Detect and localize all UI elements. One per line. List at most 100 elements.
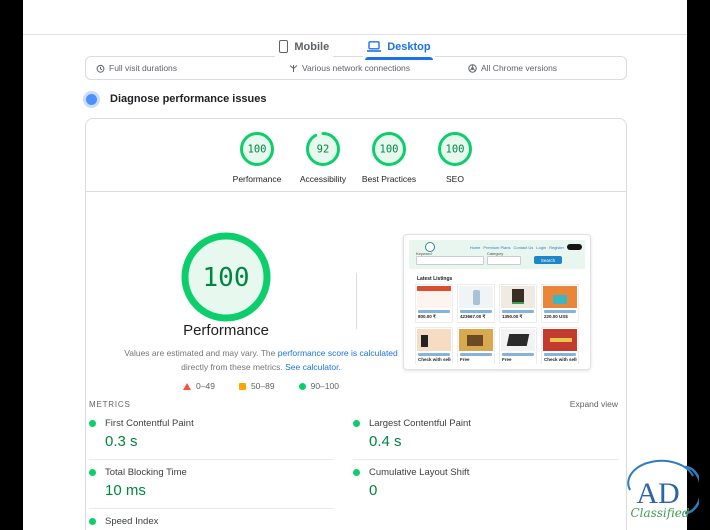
score-gauge: 100: [372, 132, 406, 166]
tab-mobile-label: Mobile: [294, 40, 330, 53]
legend-fail: 0–49: [183, 381, 215, 391]
mini-listing-card: 220.00 US$: [541, 284, 579, 323]
right-letterbox-bar: [687, 0, 710, 530]
legend-average: 50–89: [238, 381, 275, 391]
clock-icon: [96, 64, 105, 73]
mini-category-select: [487, 256, 521, 265]
mini-nav-link: Contact Us: [513, 244, 534, 250]
metric-name: Cumulative Layout Shift: [369, 467, 470, 478]
final-screenshot-thumbnail[interactable]: Home Premium Plans Contact Us Login Regi…: [403, 234, 591, 370]
see-calculator-link[interactable]: See calculator.: [285, 362, 341, 372]
mini-listings-heading: Latest Listings: [417, 276, 453, 282]
metric-pass-dot: [89, 469, 96, 476]
metric-total-blocking-time: Total Blocking Time 10 ms: [89, 460, 334, 509]
tab-desktop[interactable]: Desktop: [363, 38, 435, 60]
score-label: Best Practices: [361, 174, 417, 184]
chrome-icon: [468, 63, 477, 73]
mini-listing-card: 800.00 ₹: [415, 284, 453, 323]
metrics-header: METRICS Expand view: [89, 399, 618, 409]
metric-value: 0.4 s: [369, 433, 402, 450]
svg-text:Classified: Classified: [630, 506, 689, 520]
svg-text:92: 92: [317, 144, 330, 156]
diagnose-row: Diagnose performance issues: [86, 93, 267, 105]
svg-text:100: 100: [446, 144, 465, 156]
legend-range: 0–49: [196, 381, 215, 391]
metric-pass-dot: [89, 420, 96, 427]
metric-name: Speed Index: [105, 516, 159, 527]
mini-listing-card: 423667.00 ₹: [457, 284, 495, 323]
score-gauge: 100: [240, 132, 274, 166]
env-item-durations: Full visit durations: [96, 57, 177, 79]
legend-range: 50–89: [250, 381, 275, 391]
metric-largest-contentful-paint: Largest Contentful Paint 0.4 s: [353, 411, 619, 460]
metric-value: 10 ms: [105, 482, 146, 499]
mini-nav-link: Login: [536, 244, 547, 250]
pagespeed-report: Mobile Desktop Full visit durations Vari…: [0, 0, 710, 530]
category-scores: 100 Performance 92 Accessibility 100 Bes…: [86, 131, 626, 184]
disclaimer-text: directly from these metrics.: [181, 361, 286, 372]
svg-text:100: 100: [203, 263, 250, 293]
diagnose-label: Diagnose performance issues: [110, 93, 267, 105]
tab-mobile[interactable]: Mobile: [275, 38, 334, 60]
svg-text:100: 100: [380, 144, 399, 156]
left-letterbox-bar: [0, 0, 23, 530]
metrics-column-right: Largest Contentful Paint 0.4 s Cumulativ…: [353, 411, 619, 508]
env-item-chrome: All Chrome versions: [468, 57, 557, 79]
score-gauge: 100: [438, 132, 472, 166]
env-item-network: Various network connections: [289, 57, 410, 79]
score-seo[interactable]: 100 SEO: [422, 131, 488, 184]
mini-listing-card: Check with seller: [415, 327, 453, 364]
score-disclaimer: Values are estimated and may vary. The p…: [91, 347, 431, 374]
score-label: SEO: [446, 174, 464, 184]
env-item-label: All Chrome versions: [481, 63, 558, 73]
ad-classified-logo: AD Classified: [627, 459, 699, 520]
tab-desktop-label: Desktop: [387, 40, 431, 53]
tab-bar-divider: [23, 34, 687, 35]
score-accessibility[interactable]: 92 Accessibility: [290, 131, 356, 184]
score-label: Accessibility: [299, 174, 347, 184]
score-best-practices[interactable]: 100 Best Practices: [356, 131, 422, 184]
metrics-column-left: First Contentful Paint 0.3 s Total Block…: [89, 411, 334, 530]
expand-view-button[interactable]: Expand view: [570, 399, 618, 409]
pass-circle-icon: [298, 382, 306, 390]
diagnose-toggle[interactable]: [86, 93, 97, 105]
divider: [86, 191, 626, 192]
device-tabs: Mobile Desktop: [23, 38, 687, 60]
mini-site: Home Premium Plans Contact Us Login Regi…: [409, 240, 585, 364]
metric-pass-dot: [89, 518, 96, 525]
svg-text:100: 100: [248, 144, 267, 156]
score-performance[interactable]: 100 Performance: [224, 131, 290, 184]
mini-site-nav: Home Premium Plans Contact Us Login Regi…: [470, 244, 582, 250]
disclaimer-text: Values are estimated and may vary. The: [124, 348, 278, 358]
divider: [356, 273, 357, 329]
metric-value: 0: [369, 482, 378, 499]
env-item-label: Various network connections: [302, 63, 411, 73]
mini-nav-link: Register: [549, 244, 564, 250]
legend-pass: 90–100: [298, 381, 339, 391]
mini-listings-grid: 800.00 ₹ 423667.00 ₹ 1350.00 ₹ 220.00 US…: [415, 284, 579, 364]
score-legend: 0–49 50–89 90–100: [91, 381, 431, 391]
average-square-icon: [238, 382, 246, 390]
score-gauge: 92: [306, 132, 340, 166]
mini-listing-card: Free: [499, 327, 537, 364]
metrics-section-title: METRICS: [89, 399, 131, 409]
metric-first-contentful-paint: First Contentful Paint 0.3 s: [89, 411, 334, 460]
metric-cumulative-layout-shift: Cumulative Layout Shift 0: [353, 460, 619, 508]
laptop-icon: [367, 41, 382, 52]
mini-nav-link: Premium Plans: [483, 244, 511, 250]
mini-keyword-input: [416, 256, 484, 265]
metric-name: First Contentful Paint: [105, 418, 194, 429]
mini-listing-card: Free: [457, 327, 495, 364]
metric-name: Total Blocking Time: [105, 467, 187, 478]
metric-name: Largest Contentful Paint: [369, 418, 471, 429]
mini-nav-cta-button: [567, 244, 582, 250]
mini-listing-card: 1350.00 ₹: [499, 284, 537, 323]
mini-search-button: Search: [534, 256, 562, 264]
performance-gauge: 100: [181, 232, 271, 322]
legend-range: 90–100: [310, 381, 339, 391]
mini-listing-card: Check with seller: [541, 327, 579, 364]
score-calculation-link[interactable]: performance score is calculated: [278, 348, 398, 358]
report-card: 100 Performance 92 Accessibility 100 Bes…: [85, 118, 627, 530]
env-item-label: Full visit durations: [109, 63, 178, 73]
phone-icon: [279, 40, 289, 53]
